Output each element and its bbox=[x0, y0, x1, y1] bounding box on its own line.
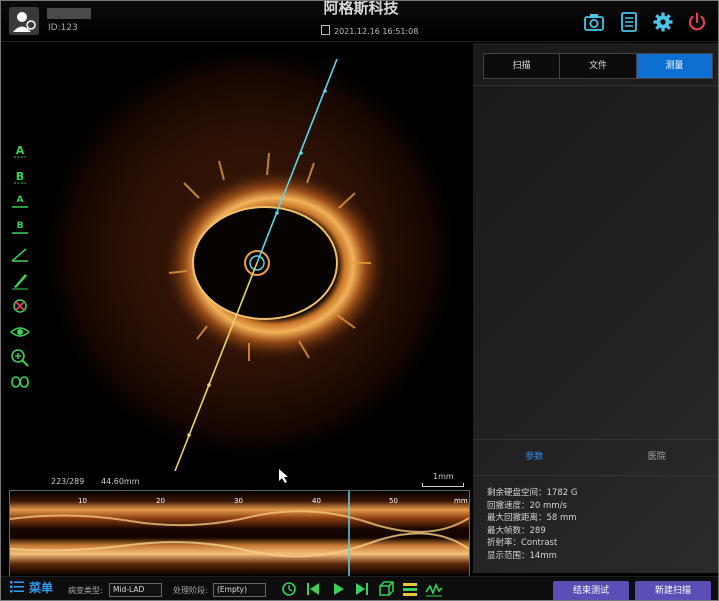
param-pullback-speed: 回撤速度：20 mm/s bbox=[487, 500, 567, 511]
frame-counter: 223/289 bbox=[51, 477, 85, 486]
param-max-frames: 最大帧数：289 bbox=[487, 525, 546, 536]
line-a-icon[interactable]: A bbox=[9, 191, 31, 213]
param-refraction: 折射率：Contrast bbox=[487, 538, 558, 548]
app-window: ID:123 阿格斯科技 2021.12.16 16:51:08 A B A B… bbox=[0, 0, 719, 601]
vessel-type-select[interactable]: Mid-LAD bbox=[109, 583, 162, 597]
skip-back-icon[interactable] bbox=[304, 580, 322, 598]
link-icon[interactable] bbox=[9, 371, 31, 393]
document-icon bbox=[321, 25, 330, 35]
vessel-type-label: 病变类型: bbox=[68, 586, 103, 595]
patient-id: ID:123 bbox=[48, 23, 78, 33]
new-scan-button[interactable]: 新建扫描 bbox=[635, 581, 711, 600]
stage-select[interactable]: (Empty) bbox=[213, 583, 266, 597]
datetime-text: 2021.12.16 16:51:08 bbox=[334, 27, 419, 36]
tick-30: 30 bbox=[234, 497, 243, 505]
tick-unit: mm bbox=[454, 497, 468, 505]
delete-icon[interactable] bbox=[9, 295, 31, 317]
svg-text:B: B bbox=[17, 221, 24, 231]
tab-scan[interactable]: 扫描 bbox=[484, 54, 561, 78]
scan-datetime: 2021.12.16 16:51:08 bbox=[321, 25, 418, 36]
param-free-disk: 剩余硬盘空间：1782 G bbox=[487, 488, 578, 498]
param-list: 剩余硬盘空间：1782 G 回撤速度：20 mm/s 最大回撤距离：58 mm … bbox=[487, 487, 577, 562]
param-max-pullback: 最大回撤距离：58 mm bbox=[487, 513, 577, 523]
point-a-icon[interactable]: A bbox=[9, 139, 31, 161]
layers-icon[interactable] bbox=[401, 580, 419, 598]
history-icon[interactable] bbox=[280, 580, 298, 598]
skip-forward-icon[interactable] bbox=[353, 580, 371, 598]
bottom-bar: 菜单 病变类型: Mid-LAD 处理阶段: (Empty) 结束测试 新建扫描 bbox=[1, 576, 718, 600]
svg-text:A: A bbox=[17, 195, 24, 205]
oct-cross-section-view[interactable] bbox=[9, 43, 472, 487]
eye-icon[interactable] bbox=[9, 321, 31, 343]
end-test-button[interactable]: 结束测试 bbox=[553, 581, 629, 600]
tick-40: 40 bbox=[312, 497, 321, 505]
scale-bar bbox=[422, 483, 464, 487]
tick-20: 20 bbox=[156, 497, 165, 505]
info-subtabs: 参数 医院 bbox=[473, 441, 718, 473]
tick-10: 10 bbox=[78, 497, 87, 505]
patient-name-redacted bbox=[47, 8, 91, 19]
divider bbox=[473, 439, 718, 440]
longitudinal-view[interactable]: 10 20 30 40 50 mm bbox=[9, 490, 470, 577]
waveform-icon[interactable] bbox=[425, 580, 443, 598]
header: ID:123 阿格斯科技 2021.12.16 16:51:08 bbox=[1, 1, 718, 42]
main-tabs: 扫描 文件 测量 bbox=[483, 53, 713, 79]
3d-view-icon[interactable] bbox=[377, 580, 395, 598]
camera-icon[interactable] bbox=[583, 11, 605, 33]
play-icon[interactable] bbox=[329, 580, 347, 598]
gear-icon[interactable] bbox=[652, 11, 674, 33]
subtab-hospital[interactable]: 医院 bbox=[596, 441, 719, 473]
pen-icon[interactable] bbox=[9, 269, 31, 291]
angle-icon[interactable] bbox=[9, 243, 31, 265]
report-icon[interactable] bbox=[618, 11, 640, 33]
tab-files[interactable]: 文件 bbox=[560, 54, 637, 78]
zoom-icon[interactable] bbox=[9, 347, 31, 369]
power-icon[interactable] bbox=[686, 11, 708, 33]
menu-button[interactable]: 菜单 bbox=[29, 579, 53, 596]
user-icon[interactable] bbox=[9, 7, 39, 35]
company-title: 阿格斯科技 bbox=[323, 0, 399, 17]
tab-measure[interactable]: 测量 bbox=[636, 54, 712, 78]
stage-label: 处理阶段: bbox=[173, 586, 208, 595]
right-panel: 扫描 文件 测量 参数 医院 剩余硬盘空间：1782 G 回撤速度：20 mm/… bbox=[473, 43, 718, 573]
menu-icon[interactable] bbox=[10, 581, 24, 593]
subtab-params[interactable]: 参数 bbox=[473, 441, 596, 473]
svg-text:B: B bbox=[16, 170, 24, 183]
scale-label: 1mm bbox=[433, 472, 454, 481]
line-b-icon[interactable]: B bbox=[9, 217, 31, 239]
divider bbox=[473, 475, 718, 476]
svg-text:A: A bbox=[16, 144, 25, 157]
pullback-distance: 44.60mm bbox=[101, 477, 140, 486]
divider bbox=[473, 85, 718, 86]
param-display-range: 显示范围：14mm bbox=[487, 550, 557, 561]
vessel-lumen bbox=[192, 206, 338, 320]
measurement-toolbar: A B A B bbox=[9, 139, 31, 393]
point-b-icon[interactable]: B bbox=[9, 165, 31, 187]
tick-50: 50 bbox=[389, 497, 398, 505]
